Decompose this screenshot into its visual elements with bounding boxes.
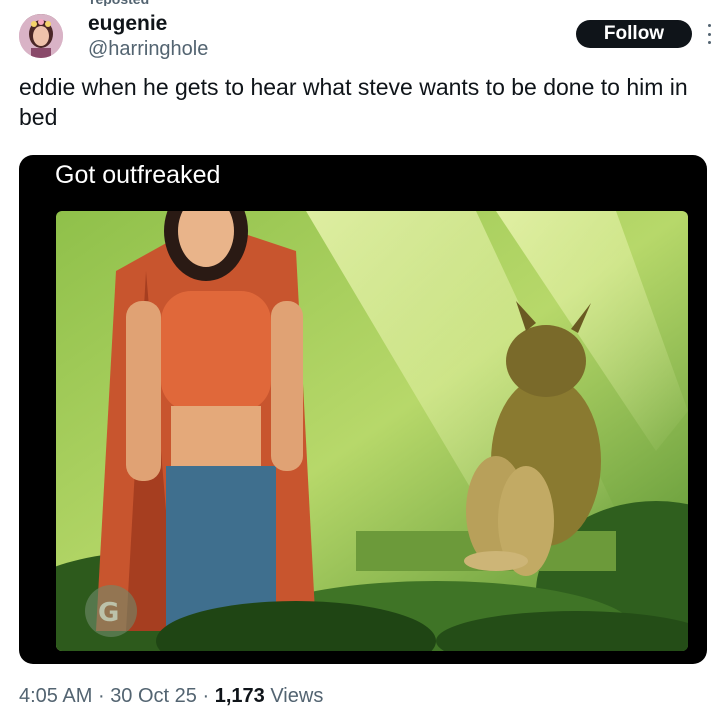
tweet-meta: 4:05 AM · 30 Oct 25 · 1,173 Views xyxy=(19,685,323,708)
media-painting-image: G xyxy=(56,211,688,651)
views-count: 1,173 xyxy=(214,685,265,707)
repost-indicator: reposted xyxy=(90,0,260,6)
views-label: Views xyxy=(270,685,324,707)
svg-text:G: G xyxy=(98,598,119,628)
author-display-name[interactable]: eugenie xyxy=(88,12,167,36)
meta-separator: · xyxy=(97,685,105,707)
repost-label: reposted xyxy=(90,0,260,6)
author-handle[interactable]: @harringhole xyxy=(88,38,208,61)
media-caption: Got outfreaked xyxy=(55,161,221,189)
tweet-media[interactable]: Got outfreaked G xyxy=(19,155,707,664)
more-options-icon[interactable] xyxy=(706,24,712,44)
follow-button[interactable]: Follow xyxy=(576,20,692,48)
tweet-text: eddie when he gets to hear what steve wa… xyxy=(19,74,688,130)
avatar[interactable] xyxy=(19,14,63,58)
tweet-time[interactable]: 4:05 AM xyxy=(19,685,92,707)
tweet-date[interactable]: 30 Oct 25 xyxy=(110,685,197,707)
meta-separator: · xyxy=(202,685,210,707)
